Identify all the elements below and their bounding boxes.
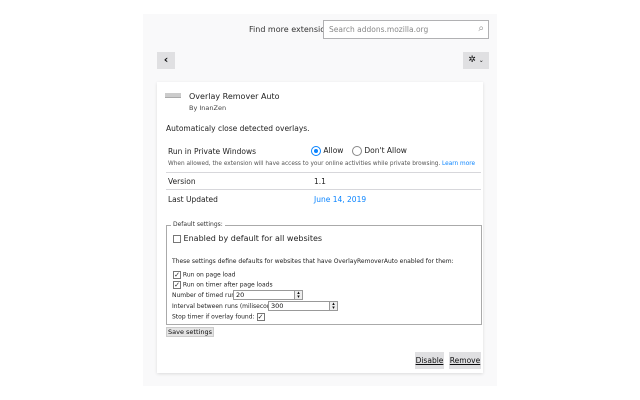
dont-allow-radio[interactable]: Don't Allow <box>352 146 407 156</box>
gear-icon: ✲ <box>468 55 476 65</box>
updated-value: June 14, 2019 <box>314 195 367 204</box>
stop-timer-checkbox[interactable]: Stop timer if overlay found: ✓ <box>172 313 265 321</box>
spinner-icon[interactable]: ▴ ▾ <box>329 302 337 311</box>
search-icon: ⌕ <box>478 23 484 34</box>
updated-label: Last Updated <box>168 195 218 204</box>
chevron-down-icon: ⌄ <box>478 57 484 64</box>
back-button[interactable]: ‹ <box>157 52 175 69</box>
addon-icon <box>165 93 181 98</box>
version-value: 1.1 <box>314 177 326 186</box>
settings-info: These settings define defaults for websi… <box>172 258 454 265</box>
run-on-load-checkbox[interactable]: ✓ Run on page load <box>173 271 235 279</box>
timed-runs-input[interactable]: 20 ▴ ▾ <box>233 290 303 300</box>
private-note: When allowed, the extension will have ac… <box>168 161 441 167</box>
divider <box>166 172 481 173</box>
spinner-icon[interactable]: ▴ ▾ <box>294 291 302 300</box>
disable-button[interactable]: Disable <box>415 352 444 369</box>
tools-menu-button[interactable]: ✲ ⌄ <box>463 52 489 69</box>
version-label: Version <box>168 177 196 186</box>
search-input[interactable]: Search addons.mozilla.org ⌕ <box>323 20 489 39</box>
find-more-label: Find more extensions <box>249 25 335 34</box>
learn-more-link[interactable]: Learn more <box>442 161 475 167</box>
addon-author: By InanZen <box>189 104 227 112</box>
interval-label: Interval between runs (miliseconds): <box>172 303 282 310</box>
enabled-all-checkbox[interactable]: Enabled by default for all websites <box>173 234 322 243</box>
settings-legend: Default settings: <box>171 221 225 228</box>
allow-radio[interactable]: Allow <box>311 146 343 156</box>
timed-runs-label: Number of timed runs: <box>172 292 241 299</box>
private-label: Run in Private Windows <box>168 147 256 156</box>
save-settings-button[interactable]: Save settings <box>166 327 214 337</box>
run-on-timer-checkbox[interactable]: ✓ Run on timer after page loads <box>173 281 273 289</box>
interval-input[interactable]: 300 ▴ ▾ <box>268 301 338 311</box>
addon-name: Overlay Remover Auto <box>189 92 280 101</box>
addon-description: Automaticaly close detected overlays. <box>166 124 310 133</box>
divider <box>166 189 481 190</box>
remove-button[interactable]: Remove <box>449 352 481 369</box>
